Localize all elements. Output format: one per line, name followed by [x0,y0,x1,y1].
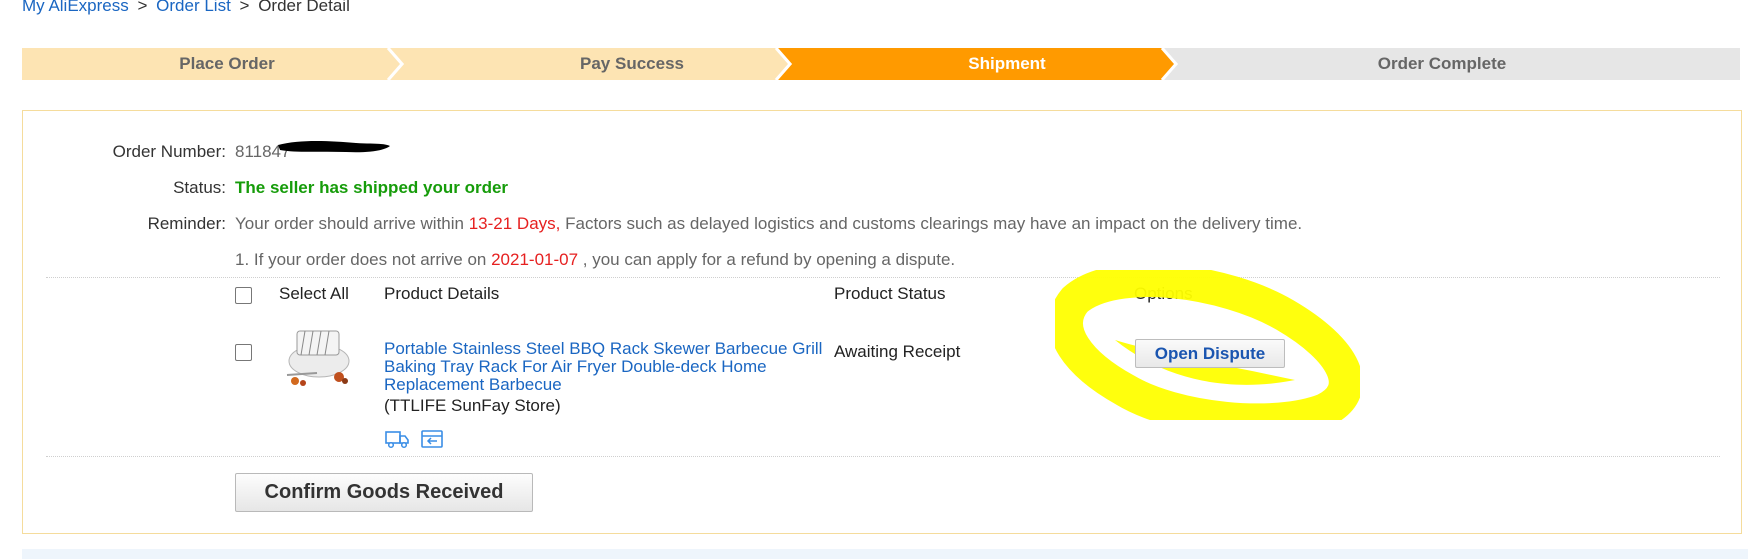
item-checkbox[interactable] [235,344,252,361]
confirm-goods-received-button[interactable]: Confirm Goods Received [235,473,533,512]
col-product-details: Product Details [384,284,500,303]
order-progress-steps: Place Order Pay Success Shipment Order C… [22,48,1740,80]
product-title-link[interactable]: Portable Stainless Steel BBQ Rack Skewer… [384,340,824,394]
refund-notice: 1. If your order does not arrive on 2021… [235,250,955,270]
refund-suffix: , you can apply for a refund by opening … [578,250,956,269]
col-options: Options [1134,284,1193,303]
breadcrumb-my-aliexpress[interactable]: My AliExpress [22,0,129,15]
breadcrumb-order-list[interactable]: Order List [156,0,231,15]
truck-icon[interactable] [384,428,410,450]
status-label: Status: [173,178,226,197]
step-pay-success: Pay Success [580,54,684,73]
step-order-complete: Order Complete [1377,54,1507,73]
status-value: The seller has shipped your order [235,178,509,197]
table-divider [46,277,1720,278]
step-shipment: Shipment [968,54,1046,73]
order-detail-panel [22,110,1742,534]
reminder-prefix: Your order should arrive within [235,214,469,233]
product-thumbnail[interactable] [277,323,355,393]
breadcrumb-separator: > [137,0,148,15]
table-divider [46,456,1720,457]
reminder-text: Your order should arrive within 13-21 Da… [235,214,1302,234]
store-name[interactable]: (TTLIFE SunFay Store) [384,396,561,416]
breadcrumb: My AliExpress > Order List > Order Detai… [22,0,350,16]
col-product-status: Product Status [834,284,946,303]
open-dispute-button[interactable]: Open Dispute [1135,339,1285,368]
reminder-days: 13-21 Days, [468,214,561,233]
refund-date: 2021-01-07 [491,250,579,269]
return-icon[interactable] [419,428,445,450]
select-all-checkbox[interactable] [235,287,252,304]
order-number-label: Order Number: [112,142,226,161]
breadcrumb-separator: > [239,0,250,15]
breadcrumb-order-detail: Order Detail [258,0,350,15]
redaction-mark [278,141,390,153]
refund-prefix: 1. If your order does not arrive on [235,250,492,269]
reminder-suffix: Factors such as delayed logistics and cu… [560,214,1303,233]
step-place-order: Place Order [179,54,275,73]
next-section-edge [22,549,1748,559]
product-status-value: Awaiting Receipt [834,342,961,361]
reminder-label: Reminder: [147,214,226,233]
select-all-label: Select All [279,284,349,303]
